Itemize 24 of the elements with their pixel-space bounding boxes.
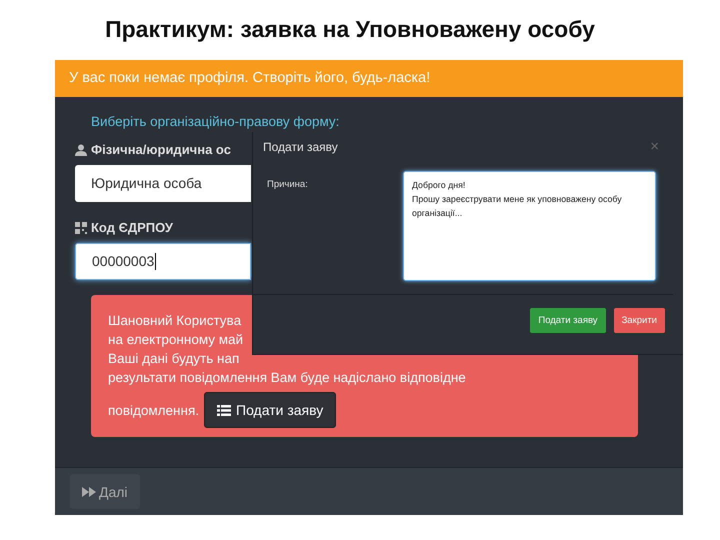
dialog-title: Подати заяву (263, 140, 338, 154)
reason-textarea[interactable]: Доброго дня! Прошу зареєструвати мене як уповноважену особу організації... (403, 171, 656, 281)
next-button[interactable]: Далі (70, 474, 140, 509)
notice-banner: У вас поки немає профіля. Створіть його, будь-ласка! (55, 60, 683, 97)
close-dialog-button[interactable]: Закрити (614, 308, 665, 333)
message-line: Ваші дані будуть нап (108, 350, 240, 368)
form-heading: Виберіть організаційно-правову форму: (91, 114, 340, 129)
message-line: повідомлення. (108, 402, 200, 418)
message-line: на електронному май (108, 331, 244, 349)
submit-request-button[interactable]: Подати заяву (204, 392, 336, 428)
input-field[interactable]: 00000003 (75, 243, 251, 280)
field-label: Причина: (267, 179, 309, 192)
text-cursor (155, 253, 156, 270)
message-line: результати повідомлення Вам буде надіслано відповідне (108, 369, 466, 387)
fast-forward-icon (82, 486, 96, 496)
message-line: Шановний Користува (108, 312, 242, 330)
qr-code-icon (75, 222, 87, 234)
select-field[interactable]: Юридична особа (75, 165, 251, 202)
submit-button[interactable]: Подати заяву (530, 308, 606, 333)
user-icon (75, 144, 87, 156)
field-label: Код ЄДРПОУ (91, 220, 173, 235)
field-label: Фізична/юридична ос (91, 142, 231, 157)
list-icon (217, 404, 232, 416)
slide-title: Практикум: заявка на Уповноважену особу (104, 15, 596, 44)
